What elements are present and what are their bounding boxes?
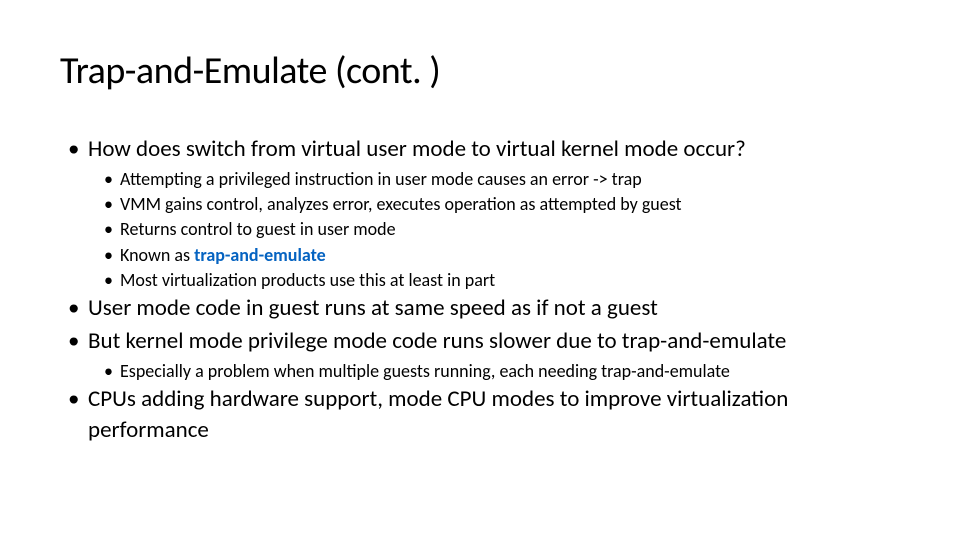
bullet-4: CPUs adding hardware support, mode CPU m… [60, 384, 900, 446]
bullet-1b: VMM gains control, analyzes error, execu… [60, 192, 900, 217]
bullet-1c: Returns control to guest in user mode [60, 217, 900, 242]
bullet-list: How does switch from virtual user mode t… [60, 134, 900, 446]
bullet-1d-pre: Known as [120, 244, 194, 266]
bullet-1e: Most virtualization products use this at… [60, 268, 900, 293]
bullet-2: User mode code in guest runs at same spe… [60, 293, 900, 324]
slide-title: Trap-and-Emulate (cont. ) [60, 48, 900, 94]
trap-and-emulate-term: trap-and-emulate [194, 244, 326, 266]
bullet-1d: Known as trap-and-emulate [60, 243, 900, 268]
bullet-3: But kernel mode privilege mode code runs… [60, 326, 900, 357]
bullet-1a: Attempting a privileged instruction in u… [60, 167, 900, 192]
bullet-1: How does switch from virtual user mode t… [60, 134, 900, 165]
slide: Trap-and-Emulate (cont. ) How does switc… [0, 0, 960, 488]
bullet-3a: Especially a problem when multiple guest… [60, 359, 900, 384]
